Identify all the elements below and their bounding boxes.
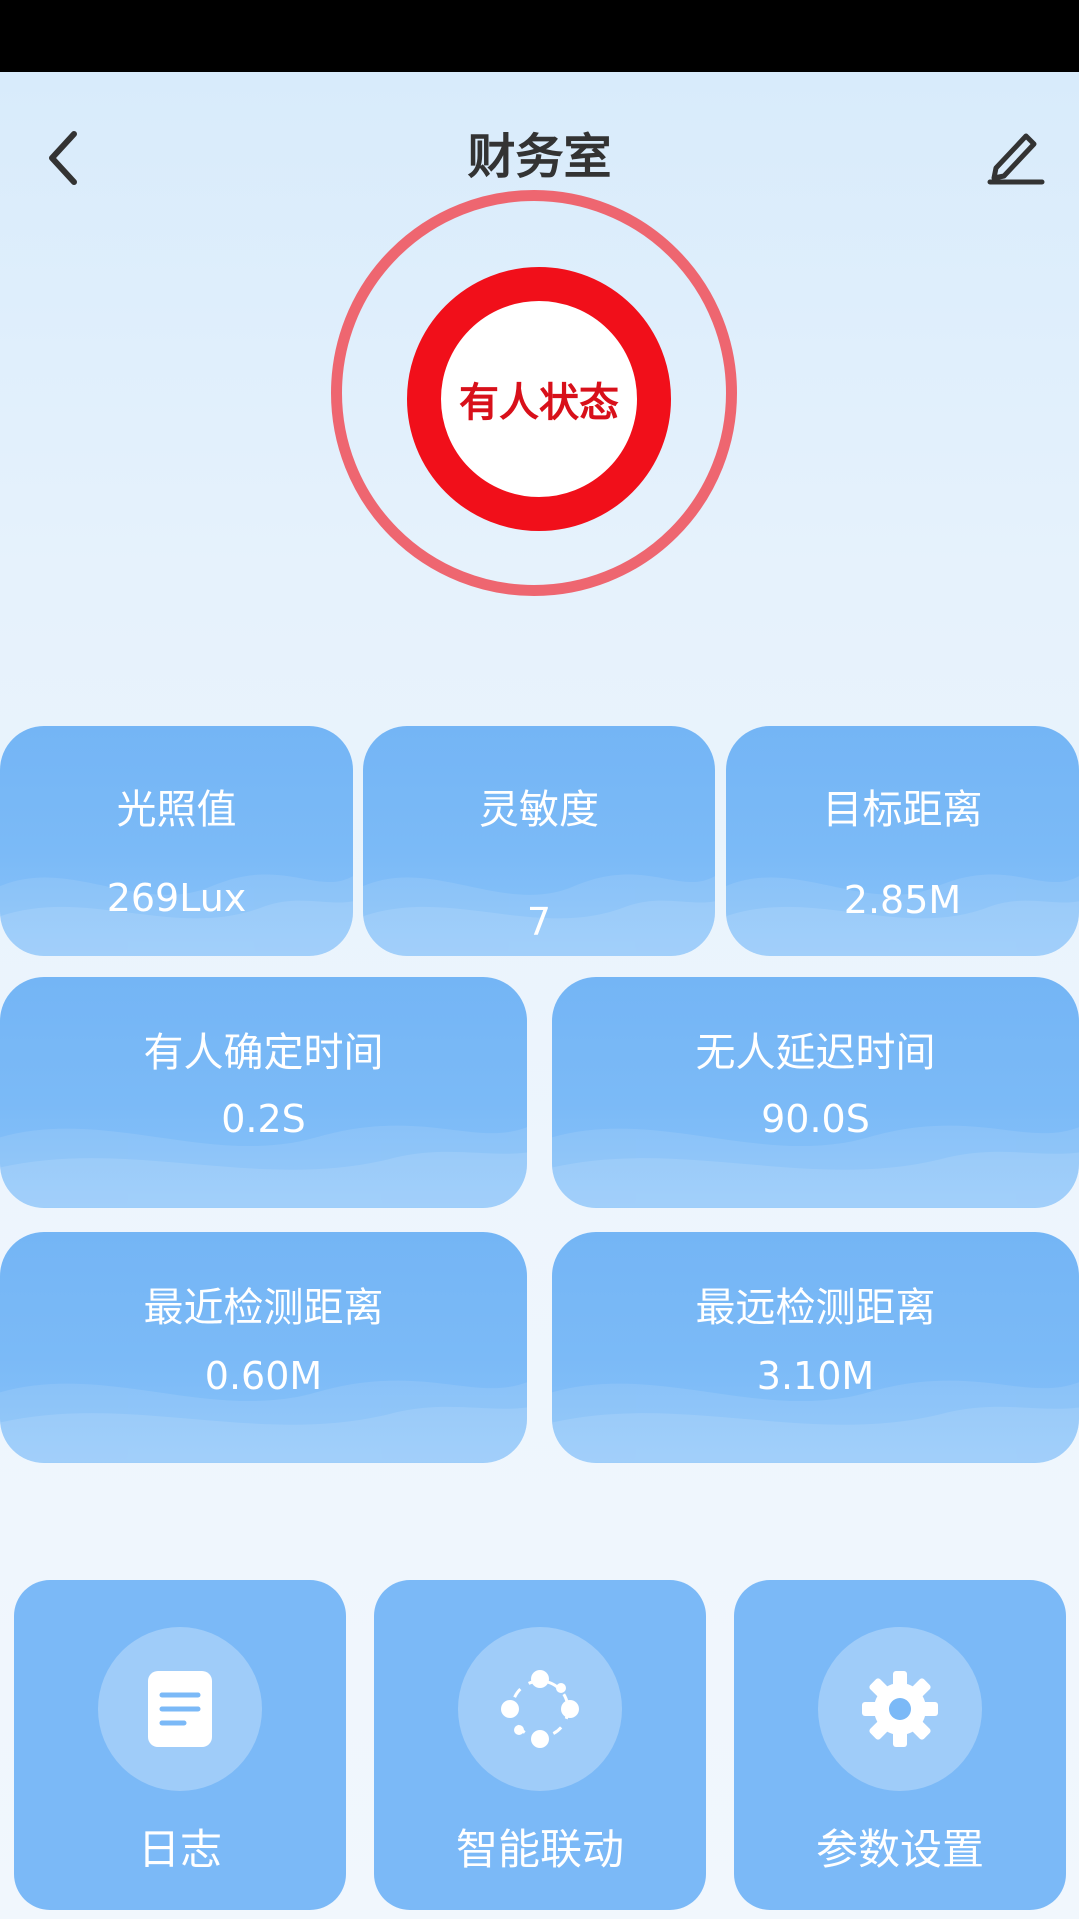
log-button-label: 日志: [137, 1825, 222, 1874]
document-icon: [148, 1671, 212, 1747]
metric-value: 90.0S: [761, 1097, 870, 1141]
metric-label: 最近检测距离: [143, 1285, 384, 1331]
metric-label: 光照值: [116, 787, 237, 833]
smart-linkage-button-label: 智能联动: [455, 1825, 624, 1874]
parameter-settings-button[interactable]: 参数设置: [734, 1580, 1066, 1910]
page-title: 财务室: [467, 129, 612, 185]
presence-status-label: 有人状态: [459, 380, 619, 426]
linkage-icon: [501, 1670, 579, 1748]
metric-value: 3.10M: [756, 1354, 875, 1398]
metric-card-presence-confirm-time: 有人确定时间 0.2S: [0, 977, 527, 1208]
metric-label: 无人延迟时间: [695, 1030, 936, 1076]
metric-card-sensitivity: 灵敏度 7: [363, 726, 715, 956]
metric-label: 灵敏度: [479, 787, 599, 833]
metric-label: 最远检测距离: [695, 1285, 936, 1331]
metric-card-illuminance: 光照值 269Lux: [0, 726, 353, 956]
metric-label: 有人确定时间: [143, 1030, 384, 1076]
gear-icon: [862, 1671, 938, 1747]
metric-card-farthest-detect-distance: 最远检测距离 3.10M: [552, 1232, 1079, 1463]
parameter-settings-button-label: 参数设置: [815, 1825, 984, 1874]
smart-linkage-button[interactable]: 智能联动: [374, 1580, 706, 1910]
metric-value: 2.85M: [843, 878, 962, 922]
metric-value: 0.60M: [204, 1354, 323, 1398]
metric-card-absence-delay-time: 无人延迟时间 90.0S: [552, 977, 1079, 1208]
metric-value: 0.2S: [221, 1097, 306, 1141]
metric-value: 7: [526, 900, 552, 944]
log-button[interactable]: 日志: [14, 1580, 346, 1910]
metric-value: 269Lux: [106, 876, 247, 920]
metric-label: 目标距离: [822, 787, 983, 833]
metric-card-nearest-detect-distance: 最近检测距离 0.60M: [0, 1232, 527, 1463]
edit-pencil-icon[interactable]: [986, 124, 1046, 186]
status-bar: [0, 0, 1079, 72]
metric-card-target-distance: 目标距离 2.85M: [726, 726, 1079, 956]
